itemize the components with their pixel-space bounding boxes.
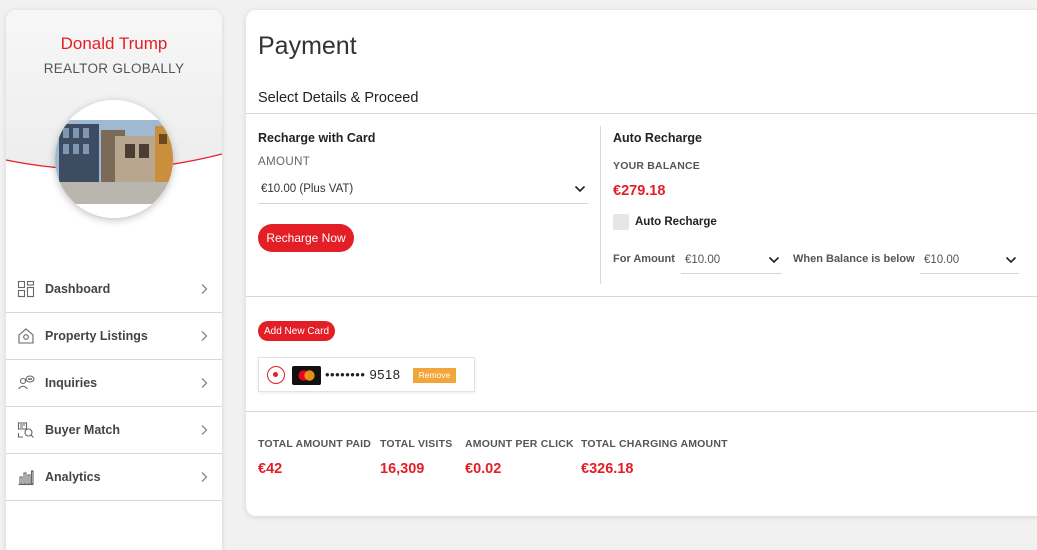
divider [246, 296, 1037, 297]
stat-value: €0.02 [465, 461, 502, 477]
sidebar-item-inquiries[interactable]: Inquiries [6, 360, 222, 407]
stat-label: TOTAL AMOUNT PAID [258, 438, 372, 450]
chevron-right-icon [201, 472, 208, 482]
sidebar-item-label: Analytics [45, 470, 101, 484]
balance-value: €279.18 [613, 183, 666, 199]
section-title: Select Details & Proceed [258, 90, 419, 106]
stat-label: TOTAL VISITS [380, 438, 453, 450]
sidebar: Donald Trump REALTOR GLOBALLY Dashboard … [6, 10, 222, 550]
card-select-radio[interactable] [267, 366, 285, 384]
divider [246, 113, 1037, 114]
column-divider [600, 126, 601, 284]
when-balance-below-label: When Balance is below [793, 253, 915, 265]
sidebar-item-buyer-match[interactable]: Buyer Match [6, 407, 222, 454]
add-new-card-button[interactable]: Add New Card [258, 321, 335, 341]
for-amount-label: For Amount [613, 253, 675, 265]
when-balance-below-select[interactable]: €10.00 [920, 246, 1019, 274]
auto-recharge-checkbox-label: Auto Recharge [635, 216, 717, 228]
chevron-down-icon [1005, 256, 1017, 263]
sidebar-item-property-listings[interactable]: Property Listings [6, 313, 222, 360]
chevron-down-icon [768, 256, 780, 263]
stat-value: €326.18 [581, 461, 634, 477]
amount-label: AMOUNT [258, 156, 311, 168]
divider [246, 411, 1037, 412]
auto-recharge-title: Auto Recharge [613, 131, 702, 145]
avatar[interactable] [55, 100, 173, 218]
buyer-match-icon [17, 421, 35, 439]
recharge-now-button[interactable]: Recharge Now [258, 224, 354, 252]
sidebar-item-label: Inquiries [45, 376, 98, 390]
chevron-right-icon [201, 425, 208, 435]
chevron-right-icon [201, 331, 208, 341]
card-number-masked: •••••••• 9518 [325, 367, 401, 382]
sidebar-item-analytics[interactable]: Analytics [6, 454, 222, 501]
people-chat-icon [17, 374, 35, 392]
sidebar-item-label: Property Listings [45, 329, 148, 343]
user-name: Donald Trump [60, 34, 168, 53]
for-amount-value: €10.00 [685, 253, 721, 266]
chevron-down-icon [574, 185, 586, 192]
recharge-card-title: Recharge with Card [258, 131, 376, 145]
sidebar-item-label: Buyer Match [45, 423, 121, 437]
mastercard-icon [292, 366, 321, 385]
stat-value: 16,309 [380, 461, 425, 477]
when-balance-below-value: €10.00 [924, 253, 960, 266]
sidebar-nav: Dashboard Property Listings Inquiries Bu… [6, 266, 222, 501]
page-title: Payment [258, 32, 357, 60]
stat-label: TOTAL CHARGING AMOUNT [581, 438, 728, 450]
stat-label: AMOUNT PER CLICK [465, 438, 574, 450]
remove-card-button[interactable]: Remove [413, 368, 456, 383]
sidebar-item-dashboard[interactable]: Dashboard [6, 266, 222, 313]
auto-recharge-checkbox[interactable] [613, 214, 629, 230]
chevron-right-icon [201, 378, 208, 388]
dashboard-grid-icon [17, 280, 35, 298]
for-amount-select[interactable]: €10.00 [681, 246, 782, 274]
payment-panel: Payment Select Details & Proceed Recharg… [246, 10, 1037, 516]
your-balance-label: YOUR BALANCE [613, 160, 700, 172]
amount-select-value: €10.00 (Plus VAT) [261, 182, 354, 195]
sidebar-item-label: Dashboard [45, 282, 111, 296]
chevron-right-icon [201, 284, 208, 294]
amount-select[interactable]: €10.00 (Plus VAT) [258, 174, 588, 204]
avatar-building-image [55, 100, 173, 218]
house-icon [17, 327, 35, 345]
user-role: REALTOR GLOBALLY [43, 61, 185, 76]
bar-chart-icon [17, 468, 35, 486]
saved-card-row[interactable]: •••••••• 9518 Remove [258, 357, 475, 392]
stat-value: €42 [258, 461, 283, 477]
